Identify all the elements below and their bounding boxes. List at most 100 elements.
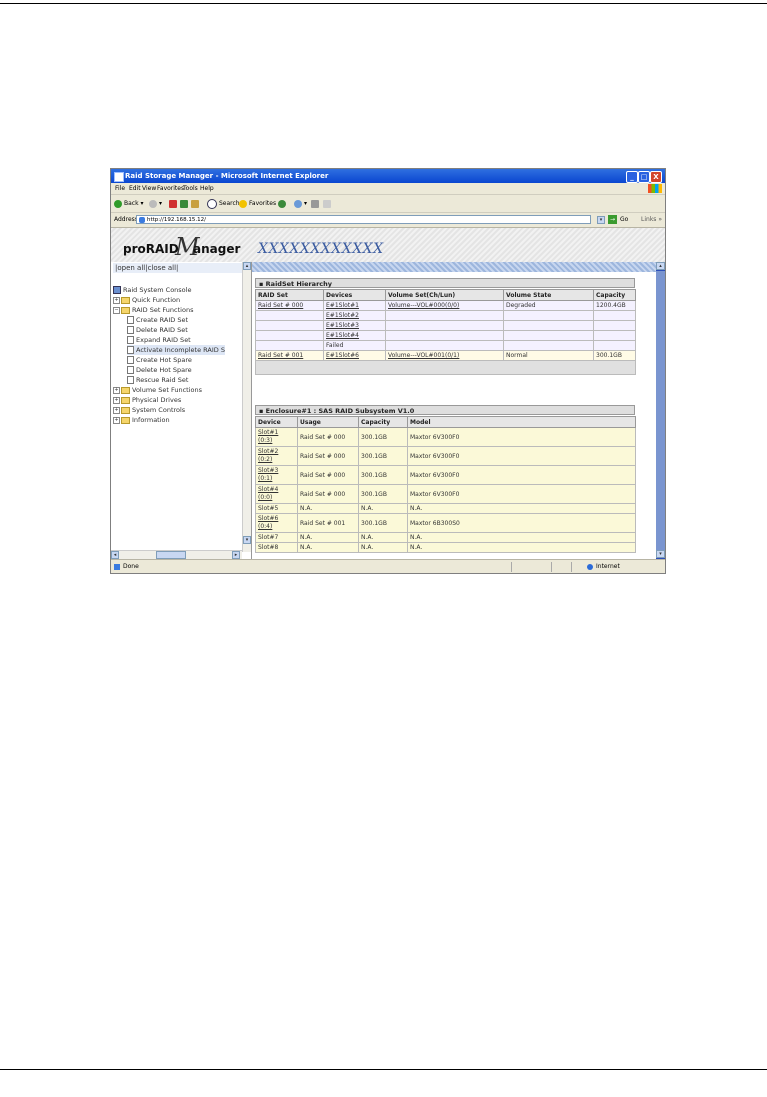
nav-delete-raid-set[interactable]: Delete RAID Set (127, 325, 188, 335)
open-close-all[interactable]: |open all|close all| (113, 263, 242, 273)
nav-system-controls[interactable]: + System Controls (113, 405, 185, 415)
page-icon (127, 316, 134, 324)
slot-port: (0:4) (258, 523, 273, 530)
nav-physical-drives[interactable]: + Physical Drives (113, 395, 181, 405)
capacity: 300.1GB (358, 446, 408, 466)
scroll-thumb[interactable] (156, 551, 186, 559)
minimize-button[interactable]: _ (626, 171, 638, 183)
search-button[interactable]: Search (207, 195, 240, 212)
scroll-up-icon[interactable]: ▴ (243, 262, 251, 270)
maximize-button[interactable]: □ (638, 171, 650, 183)
device-link[interactable]: E#1Slot#6 (323, 350, 386, 361)
expand-icon[interactable]: + (113, 296, 120, 304)
menu-edit[interactable]: Edit (129, 183, 141, 194)
mail-icon (294, 199, 302, 208)
home-button[interactable] (191, 195, 201, 212)
model: N.A. (407, 542, 636, 553)
usage: N.A. (297, 542, 359, 553)
slot-label: Slot#7 (255, 532, 298, 543)
slot-link[interactable]: Slot#4 (0:0) (255, 484, 298, 504)
address-input[interactable]: http://192.168.15.12/ (136, 215, 591, 224)
print-button[interactable] (311, 195, 321, 212)
model: Maxtor 6B300S0 (407, 513, 636, 533)
nav-raid-set-functions[interactable]: − RAID Set Functions (113, 305, 193, 315)
col-volume-set: Volume Set(Ch/Lun) (385, 289, 504, 301)
col-model: Model (407, 416, 636, 428)
back-button[interactable]: Back ▾ (114, 195, 144, 212)
volume-set-link[interactable]: Volume---VOL#001(0/1) (385, 350, 504, 361)
expand-icon[interactable]: + (113, 396, 120, 404)
menu-tools[interactable]: Tools (183, 183, 198, 194)
history-button[interactable] (278, 195, 288, 212)
close-button[interactable]: X (650, 171, 662, 183)
nav-label: Expand RAID Set (136, 336, 191, 344)
edit-button[interactable] (323, 195, 333, 212)
raid-set-link[interactable]: Raid Set # 001 (255, 350, 324, 361)
nav-quick-function[interactable]: + Quick Function (113, 295, 180, 305)
expand-icon[interactable]: + (113, 416, 120, 424)
volume-set-link[interactable]: Volume---VOL#000(0/0) (385, 300, 504, 311)
mail-button[interactable]: ▾ (294, 195, 307, 212)
nav-information[interactable]: + Information (113, 415, 170, 425)
expand-icon[interactable]: + (113, 406, 120, 414)
nav-create-raid-set[interactable]: Create RAID Set (127, 315, 188, 325)
scroll-down-icon[interactable]: ▾ (243, 536, 251, 544)
scroll-track[interactable] (656, 271, 665, 551)
enclosure-heading-text: Enclosure#1 : SAS RAID Subsystem V1.0 (265, 407, 415, 415)
nav-delete-hot-spare[interactable]: Delete Hot Spare (127, 365, 192, 375)
nav-activate-incomplete-raid-set[interactable]: Activate Incomplete RAID S (127, 345, 225, 355)
folder-open-icon (121, 306, 130, 314)
tree-root[interactable]: Raid System Console (113, 285, 191, 295)
links-label[interactable]: Links » (641, 213, 662, 227)
refresh-icon (180, 199, 188, 208)
slot-link[interactable]: Slot#6 (0:4) (255, 513, 298, 533)
search-label: Search (219, 200, 240, 207)
enclosure-table: Device Usage Capacity Model Slot#1 (0:3) … (255, 416, 636, 553)
forward-button[interactable]: ▾ (149, 195, 162, 212)
scroll-left-icon[interactable]: ◂ (111, 551, 119, 559)
nav-create-hot-spare[interactable]: Create Hot Spare (127, 355, 192, 365)
device-link[interactable]: E#1Slot#1 (323, 300, 386, 311)
nav-expand-raid-set[interactable]: Expand RAID Set (127, 335, 191, 345)
menu-view[interactable]: View (142, 183, 156, 194)
window-title: Raid Storage Manager - Microsoft Interne… (125, 172, 329, 180)
stop-icon (169, 199, 177, 208)
go-arrow-icon[interactable]: → (608, 215, 617, 224)
menu-help[interactable]: Help (200, 183, 214, 194)
address-dropdown-icon[interactable]: ▾ (597, 216, 605, 224)
folder-icon (121, 386, 130, 394)
expand-icon[interactable]: + (113, 386, 120, 394)
slot-link[interactable]: Slot#1 (0:3) (255, 427, 298, 447)
refresh-button[interactable] (180, 195, 190, 212)
device-link[interactable]: E#1Slot#3 (323, 320, 386, 331)
raid-set-cell (255, 330, 324, 341)
scroll-down-icon[interactable]: ▾ (656, 550, 665, 558)
go-label[interactable]: Go (620, 213, 628, 227)
menu-file[interactable]: File (115, 183, 125, 194)
favorites-button[interactable]: Favorites (239, 195, 276, 212)
windows-logo-icon (648, 184, 662, 193)
capacity: 300.1GB (593, 350, 636, 361)
raid-set-link[interactable]: Raid Set # 000 (255, 300, 324, 311)
nav-volume-set-functions[interactable]: + Volume Set Functions (113, 385, 202, 395)
collapse-icon[interactable]: − (113, 306, 120, 314)
left-horizontal-scrollbar[interactable]: ◂ ▸ (111, 550, 242, 559)
slot-link[interactable]: Slot#3 (0:1) (255, 465, 298, 485)
computer-icon (113, 286, 121, 294)
scroll-up-icon[interactable]: ▴ (656, 262, 665, 270)
device-link[interactable]: E#1Slot#4 (323, 330, 386, 341)
slot-label: Slot#3 (258, 467, 279, 474)
device-link[interactable]: E#1Slot#2 (323, 310, 386, 321)
main-vertical-scrollbar[interactable]: ▴ ▾ (656, 262, 665, 559)
nav-rescue-raid-set[interactable]: Rescue Raid Set (127, 375, 188, 385)
folder-icon (121, 396, 130, 404)
menu-favorites[interactable]: Favorites (157, 183, 184, 194)
table-row: E#1Slot#4 (255, 330, 636, 341)
scroll-right-icon[interactable]: ▸ (232, 551, 240, 559)
page-top-rule (0, 3, 767, 4)
left-vertical-scrollbar[interactable]: ▴ ▾ (242, 262, 251, 552)
stop-button[interactable] (169, 195, 179, 212)
slot-link[interactable]: Slot#2 (0:2) (255, 446, 298, 466)
page-icon (127, 376, 134, 384)
status-bar: Done Internet (111, 559, 665, 573)
